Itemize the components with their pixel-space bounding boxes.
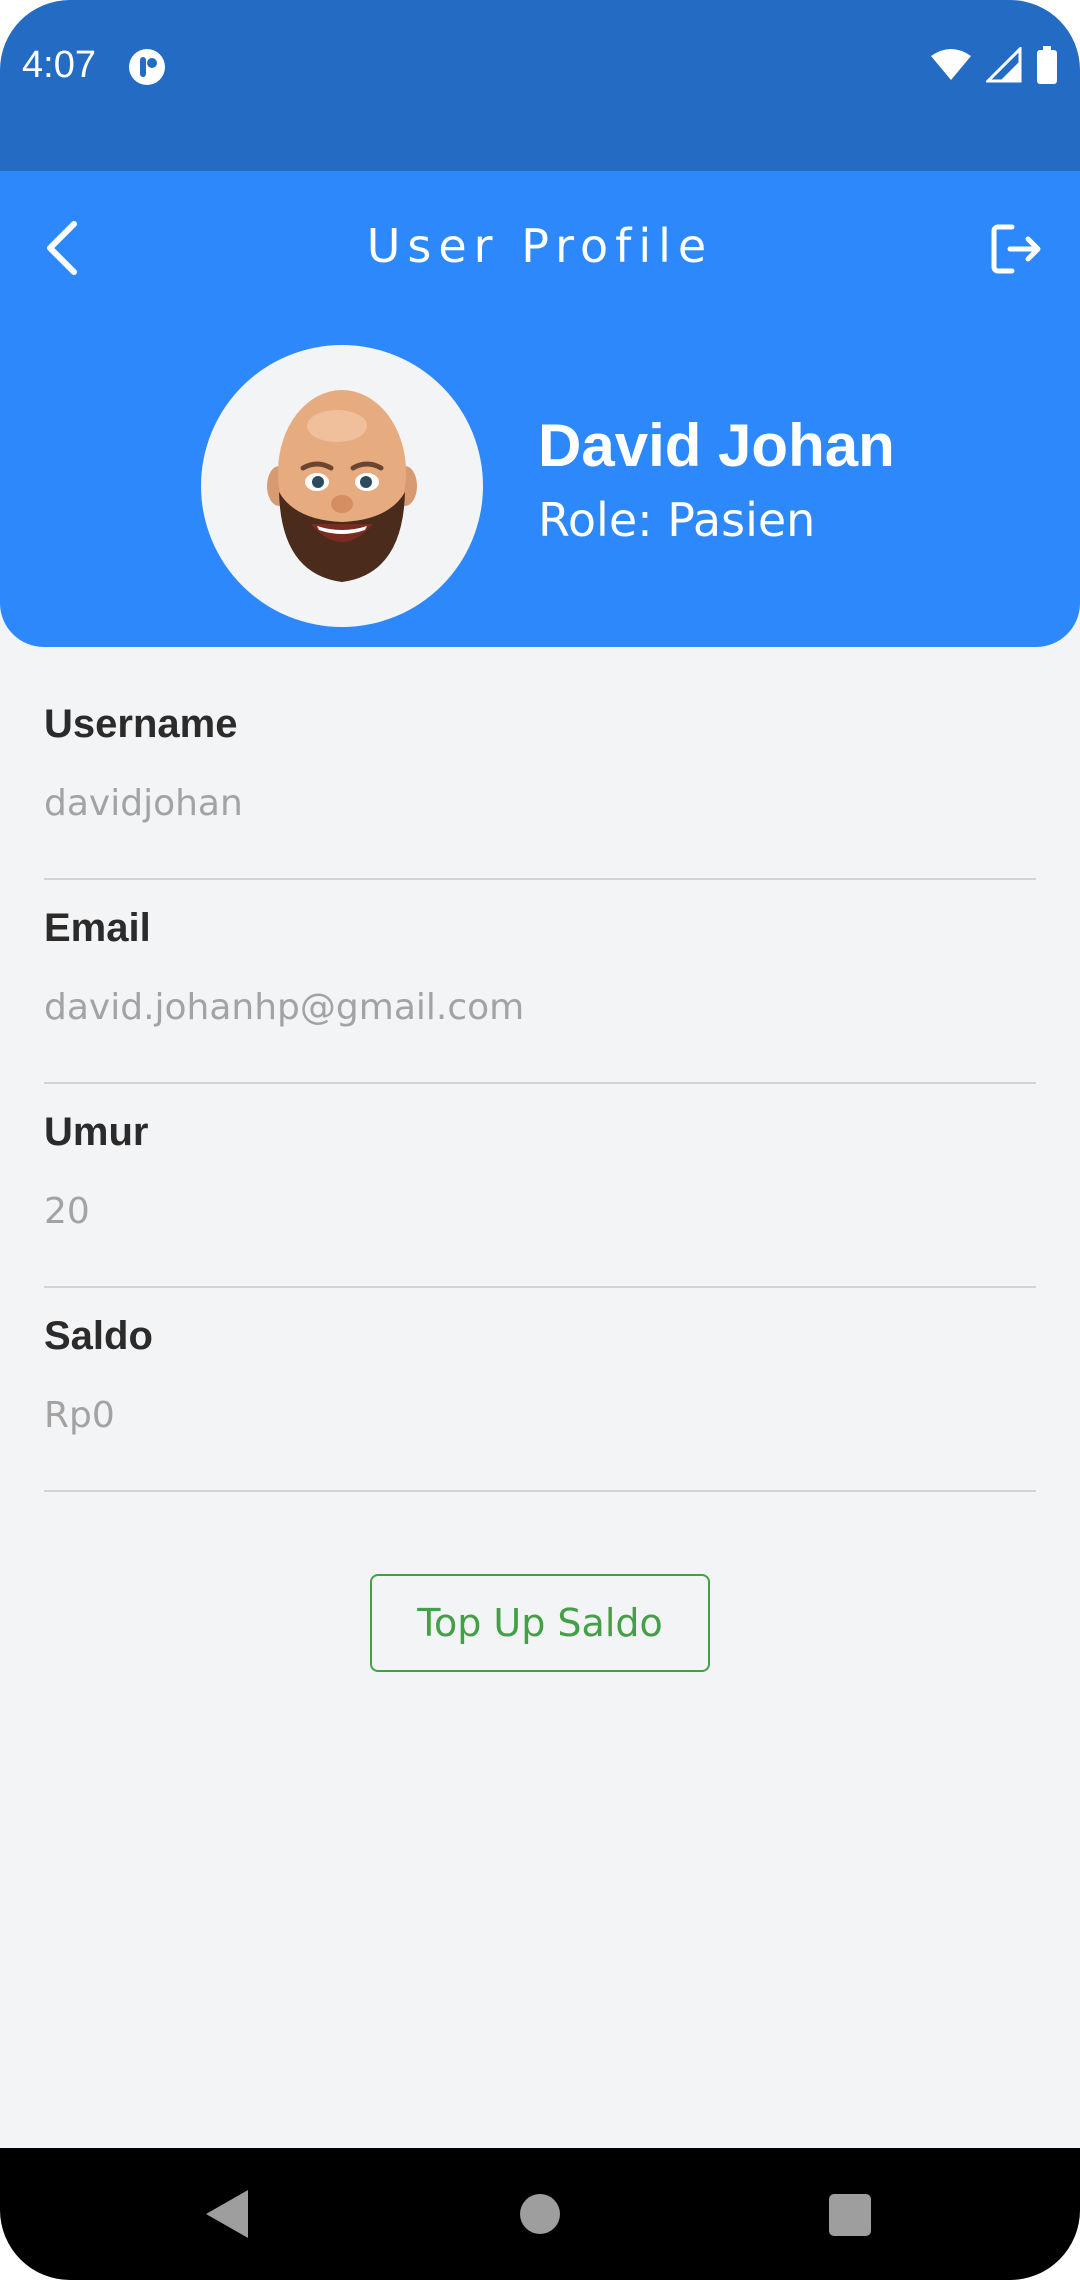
profile-role: Role: Pasien <box>538 493 816 547</box>
profile-info-list: Username davidjohan Email david.johanhp@… <box>44 676 1036 1492</box>
profile-name: David Johan <box>538 412 895 479</box>
info-item-balance: Saldo Rp0 <box>44 1288 1036 1492</box>
field-label: Username <box>44 702 238 746</box>
nav-back-icon[interactable] <box>202 2186 252 2242</box>
field-label: Umur <box>44 1110 149 1154</box>
status-icons <box>930 44 1058 89</box>
status-time: 4:07 <box>22 44 96 86</box>
info-item-username: Username davidjohan <box>44 676 1036 880</box>
wifi-icon <box>930 48 972 87</box>
device-screen: 4:07 User Profile David Johan Role: Pasi… <box>0 0 1080 2280</box>
status-bar: 4:07 <box>0 0 1080 171</box>
nav-recents-icon[interactable] <box>829 2194 871 2236</box>
cellular-signal-icon <box>984 44 1022 88</box>
top-up-balance-button[interactable]: Top Up Saldo <box>370 1574 710 1672</box>
system-navigation-bar <box>0 2148 1080 2280</box>
field-label: Email <box>44 906 151 950</box>
field-value: davidjohan <box>44 783 243 824</box>
logout-icon <box>991 224 1041 274</box>
nav-home-icon[interactable] <box>520 2194 560 2234</box>
field-label: Saldo <box>44 1314 153 1358</box>
profile-header: User Profile David Johan Role: Pasien <box>0 171 1080 647</box>
app-notification-icon <box>128 48 166 86</box>
info-item-email: Email david.johanhp@gmail.com <box>44 880 1036 1084</box>
page-title: User Profile <box>366 219 714 273</box>
logout-button[interactable] <box>984 217 1048 281</box>
field-value: 20 <box>44 1191 90 1232</box>
field-value: david.johanhp@gmail.com <box>44 987 525 1028</box>
battery-icon <box>1036 45 1058 89</box>
avatar <box>201 345 483 627</box>
field-value: Rp0 <box>44 1395 115 1436</box>
info-item-age: Umur 20 <box>44 1084 1036 1288</box>
memoji-avatar-icon <box>267 390 417 582</box>
